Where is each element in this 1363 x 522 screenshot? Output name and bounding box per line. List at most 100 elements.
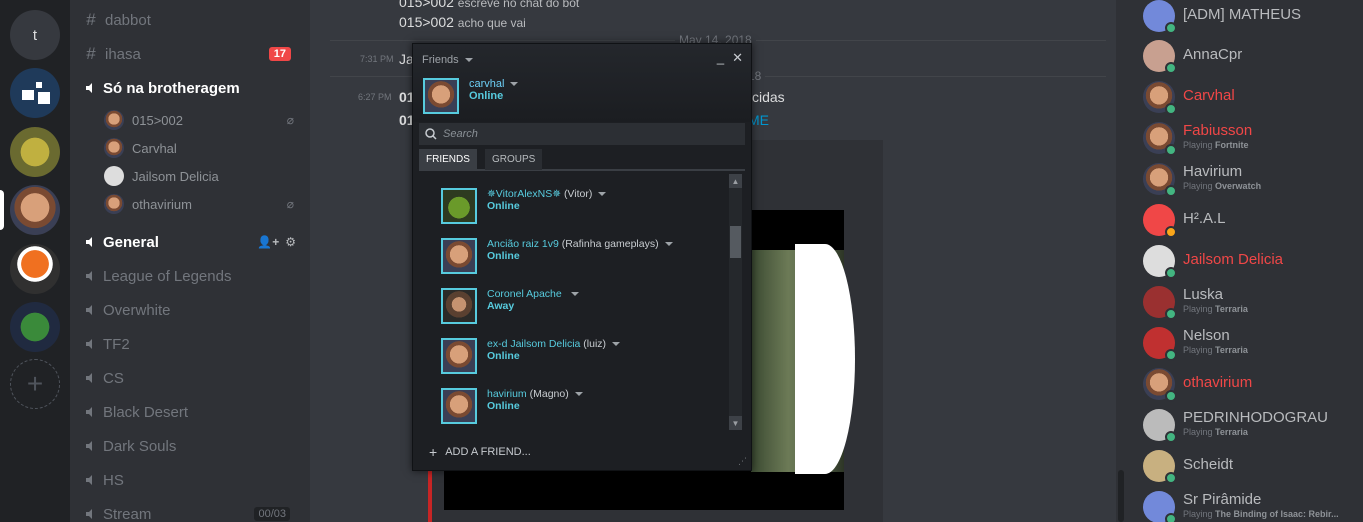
server-3[interactable] [10,127,60,177]
avatar [104,166,124,186]
voice-channel-so-na-brotheragem[interactable]: Só na brotheragem [82,75,304,101]
speaker-icon [86,83,92,93]
member-item[interactable]: AnnaCpr [1143,36,1363,76]
server-t[interactable]: t [10,10,60,60]
server-2[interactable] [10,68,60,118]
friend-name: ex-d Jailsom Delicia (luiz) [487,338,621,350]
voice-channel[interactable]: Black Desert [82,399,304,425]
voice-channel-general[interactable]: General 👤+ ⚙ [82,229,304,255]
member-item[interactable]: H².A.L [1143,200,1363,240]
member-item[interactable]: Havirium Playing Overwatch [1143,159,1363,199]
friend-row[interactable]: ✵VitorAlexNS✵ (Vitor) Online [441,184,731,228]
speaker-icon [86,407,92,417]
tab-groups[interactable]: GROUPS [485,149,543,170]
friend-name: ✵VitorAlexNS✵ (Vitor) [487,188,607,200]
tab-friends[interactable]: FRIENDS [419,149,477,170]
message: 015>002 escreve no chat do bot [399,0,580,10]
status-dot [1165,308,1177,320]
member-name: Havirium [1183,163,1243,180]
chevron-down-icon[interactable] [612,342,621,347]
status-dot [1165,103,1177,115]
friend-avatar [441,388,477,424]
member-name: Luska [1183,286,1224,303]
chevron-down-icon [510,82,519,87]
member-name: Nelson [1183,327,1230,344]
member-item[interactable]: PEDRINHODOGRAU Playing Terraria [1143,405,1363,445]
status-dot [1165,62,1177,74]
channel-ihasa[interactable]: # ihasa 17 [82,41,304,67]
speaker-icon [86,373,92,383]
resize-grip-icon[interactable]: ⋰ [738,456,747,467]
member-item[interactable]: othavirium [1143,364,1363,404]
friends-scrollbar[interactable]: ▲ ▼ [729,174,742,430]
timestamp: 7:31 PM [360,54,394,64]
locked-hash-icon: # [86,44,96,63]
my-avatar[interactable] [423,78,459,114]
scroll-down-icon[interactable]: ▼ [729,416,742,430]
member-name: [ADM] MATHEUS [1183,6,1302,23]
message: 015>002 acho que vai [399,14,526,30]
chevron-down-icon[interactable] [574,392,583,397]
scrollbar-thumb[interactable] [730,226,741,258]
plus-icon: + [429,444,438,460]
voice-channel[interactable]: Stream 00/03 [82,501,304,522]
friend-row[interactable]: Ancião raiz 1v9 (Rafinha gameplays) Onlin… [441,234,731,278]
status-dot [1165,22,1177,34]
add-friend-button[interactable]: + ADD A FRIEND... [429,444,531,460]
voice-channel[interactable]: HS [82,467,304,493]
friend-row[interactable]: Coronel Apache Away [441,284,731,328]
steam-title[interactable]: Friends [422,54,473,66]
friend-status: Online [487,350,520,362]
scroll-up-icon[interactable]: ▲ [729,174,742,188]
gear-icon[interactable]: ⚙ [285,235,296,249]
status-dot [1165,267,1177,279]
channel-dabbot[interactable]: # dabbot [82,7,304,33]
member-item[interactable]: Scheidt [1143,446,1363,486]
member-name: H².A.L [1183,210,1226,227]
voice-channel[interactable]: League of Legends [82,263,304,289]
invite-icon[interactable]: 👤+ [257,235,279,249]
discord-app: t + # dabbot # ihasa 17 Só na brotheragem … [0,0,1363,522]
member-item[interactable]: Jailsom Delicia [1143,241,1363,281]
member-item[interactable]: [ADM] MATHEUS [1143,0,1363,36]
voice-channel[interactable]: TF2 [82,331,304,357]
close-icon[interactable]: ✕ [732,50,743,66]
friends-search[interactable]: Search [419,123,745,145]
friend-row[interactable]: ex-d Jailsom Delicia (luiz) Online [441,334,731,378]
window-controls: _ ✕ [717,50,743,66]
minimize-icon[interactable]: _ [717,50,724,66]
voice-user[interactable]: 015>002 ⌀ [104,109,304,131]
friend-status: Online [487,250,520,262]
user-limit: 00/03 [254,507,290,521]
member-item[interactable]: Nelson Playing Terraria [1143,323,1363,363]
member-item[interactable]: Sr Pirâmide Playing The Binding of Isaac:… [1143,487,1363,522]
active-server-indicator [0,190,4,230]
voice-channel[interactable]: Overwhite [82,297,304,323]
friend-name: Ancião raiz 1v9 (Rafinha gameplays) [487,238,673,250]
my-name[interactable]: carvhal [469,78,519,90]
status-dot [1165,431,1177,443]
speaker-icon [86,305,92,315]
voice-user[interactable]: Jailsom Delicia [104,165,304,187]
chevron-down-icon[interactable] [664,242,673,247]
voice-channel[interactable]: CS [82,365,304,391]
voice-user[interactable]: Carvhal [104,137,304,159]
chevron-down-icon[interactable] [570,292,579,297]
server-4[interactable] [10,185,60,235]
friend-row[interactable]: havirium (Magno) Online [441,384,731,428]
member-list: [ADM] MATHEUS AnnaCpr Carvhal Fabiusson Play… [1125,0,1363,522]
member-item[interactable]: Luska Playing Terraria [1143,282,1363,322]
channel-list: # dabbot # ihasa 17 Só na brotheragem 015>… [70,0,310,522]
chevron-down-icon[interactable] [598,192,607,197]
chat-scrollbar-thumb[interactable] [1118,470,1124,522]
server-6[interactable] [10,302,60,352]
server-5[interactable] [10,244,60,294]
voice-user[interactable]: othavirium ⌀ [104,193,304,215]
speaker-icon [86,339,92,349]
add-server-button[interactable]: + [10,359,60,409]
status-dot [1165,390,1177,402]
voice-channel[interactable]: Dark Souls [82,433,304,459]
friend-name: Coronel Apache [487,288,579,300]
member-item[interactable]: Fabiusson Playing Fortnite [1143,118,1363,158]
member-item[interactable]: Carvhal [1143,77,1363,117]
